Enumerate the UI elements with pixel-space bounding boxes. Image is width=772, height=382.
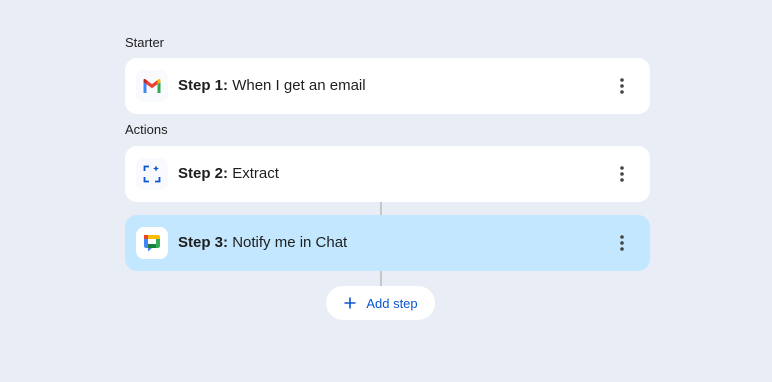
extract-icon <box>136 158 168 190</box>
more-vert-icon <box>620 78 624 94</box>
step-1-more-menu-button[interactable] <box>610 74 634 98</box>
step-3-card[interactable]: Step 3: Notify me in Chat <box>125 215 650 271</box>
step-1-number: Step 1: <box>178 77 229 94</box>
step-2-label: Extract <box>232 165 279 182</box>
add-step-button[interactable]: Add step <box>326 286 435 320</box>
step-2-text: Step 2: Extract <box>178 165 279 183</box>
step-3-number: Step 3: <box>178 234 229 251</box>
step-connector-line <box>380 271 382 286</box>
add-step-label: Add step <box>366 295 418 311</box>
step-3-more-menu-button[interactable] <box>610 231 634 255</box>
google-chat-icon <box>136 227 168 259</box>
actions-section-label: Actions <box>125 122 168 137</box>
step-3-text: Step 3: Notify me in Chat <box>178 234 347 252</box>
step-2-card[interactable]: Step 2: Extract <box>125 146 650 202</box>
step-2-number: Step 2: <box>178 165 229 182</box>
more-vert-icon <box>620 235 624 251</box>
step-1-text: Step 1: When I get an email <box>178 77 366 95</box>
step-1-label: When I get an email <box>232 77 366 94</box>
step-1-card[interactable]: Step 1: When I get an email <box>125 58 650 114</box>
step-2-more-menu-button[interactable] <box>610 162 634 186</box>
gmail-icon <box>136 70 168 102</box>
step-3-label: Notify me in Chat <box>232 234 348 251</box>
more-vert-icon <box>620 166 624 182</box>
step-connector-line <box>380 202 382 215</box>
plus-icon <box>343 296 357 310</box>
starter-section-label: Starter <box>125 35 165 50</box>
